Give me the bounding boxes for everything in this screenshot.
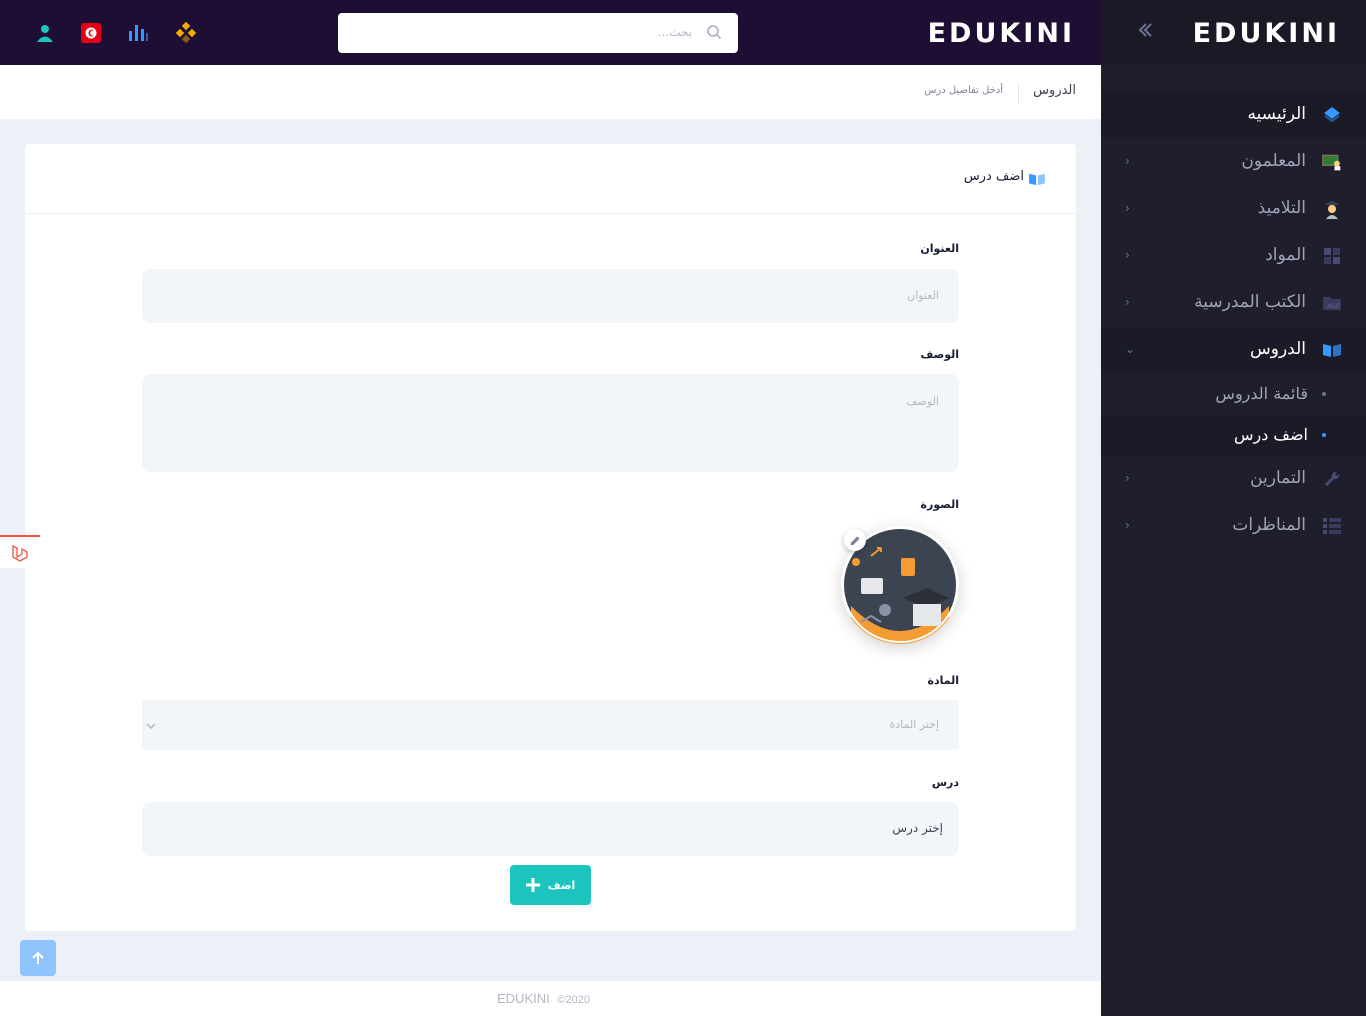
sidebar-item-label: الكتب المدرسية [1194,292,1306,312]
sidebar-item-label: المناظرات [1232,515,1306,535]
bullet-icon [1322,433,1326,437]
chevron-left-icon: ‹ [1125,201,1130,215]
book-icon [1322,340,1342,360]
sidebar-item-label: المعلمون [1241,151,1306,171]
sidebar-item-label: التلاميذ [1257,198,1306,218]
add-button-label: اضف [547,878,576,892]
student-icon [1322,199,1342,219]
sidebar-toggle-icon[interactable] [1135,20,1155,46]
language-flag-icon[interactable] [78,20,104,46]
search-box[interactable]: بحث... [338,13,738,53]
subject-select[interactable]: إختر المادة [142,700,959,750]
lesson-file-value: إختر درس [892,821,943,835]
page-description: أدخل تفاصيل درس [924,85,1003,96]
add-lesson-button[interactable]: اضف [510,865,591,905]
arrow-up-icon [32,951,44,964]
footer-year: ©2020 [557,994,590,1006]
subject-placeholder: إختر المادة [889,718,939,731]
chevron-left-icon: ‹ [1125,154,1130,168]
chevron-left-icon: ‹ [1125,471,1130,485]
title-label: العنوان [920,242,959,255]
image-label: الصورة [920,498,959,511]
subject-label: المادة [927,674,959,687]
search-icon [706,24,722,40]
description-label: الوصف [920,348,959,361]
sidebar-item-subjects[interactable]: المواد ‹ [1101,233,1366,280]
submenu-item-label: قائمة الدروس [1215,384,1308,403]
list-icon [1322,516,1342,536]
sidebar-item-textbooks[interactable]: الكتب المدرسية ‹ [1101,280,1366,327]
sidebar-item-teachers[interactable]: المعلمون ‹ [1101,139,1366,186]
title-placeholder: العنوان [907,289,939,302]
card-title: اضف درس [963,169,1024,184]
subheader: الدروس أدخل تفاصيل درس [0,65,1101,119]
book-icon [1028,171,1046,190]
sidebar-item-competitions[interactable]: المناظرات ‹ [1101,503,1366,550]
pencil-icon [850,535,860,545]
chevron-left-icon: ‹ [1125,248,1130,262]
folder-icon [1322,293,1342,313]
sidebar-item-label: التمارين [1250,468,1306,488]
card-header: اضف درس [25,144,1076,214]
edit-image-button[interactable] [844,529,866,551]
title-input[interactable]: العنوان [142,269,959,323]
footer-brand[interactable]: EDUKINI [497,991,550,1006]
header-logo[interactable]: EDUKINI [928,18,1075,49]
chevron-left-icon: ‹ [1125,518,1130,532]
lesson-label: درس [931,776,959,789]
stats-icon[interactable] [125,20,151,46]
laravel-debug-icon[interactable] [0,535,40,568]
layers-icon [1322,105,1342,125]
sidebar-menu: الرئيسيه المعلمون ‹ التلاميذ ‹ المواد ‹ [1101,92,1366,550]
chevron-left-icon: ‹ [1125,295,1130,309]
description-placeholder: الوصف [906,395,939,408]
submenu-item-lesson-list[interactable]: قائمة الدروس [1101,374,1366,415]
wrench-icon [1322,469,1342,489]
sidebar: EDUKINI الرئيسيه المعلمون ‹ التلاميذ ‹ ا… [1101,0,1366,1016]
footer-text: EDUKINI ©2020 [497,991,590,1006]
description-textarea[interactable]: الوصف [142,374,959,472]
lesson-file-input[interactable]: إختر درس [142,802,959,856]
quick-actions-icon[interactable] [173,20,199,46]
scroll-top-button[interactable] [20,940,56,976]
subheader-divider [1018,82,1019,104]
top-header: EDUKINI بحث... [0,0,1101,65]
add-lesson-card: اضف درس العنوان العنوان الوصف الوصف الصو… [25,144,1076,931]
grid-icon [1322,246,1342,266]
chevron-down-icon: ⌄ [1125,342,1136,356]
chevron-down-icon [146,716,156,735]
sidebar-item-exercises[interactable]: التمارين ‹ [1101,456,1366,503]
sidebar-item-label: الرئيسيه [1247,104,1306,124]
sidebar-item-lessons[interactable]: الدروس ⌄ [1101,327,1366,374]
sidebar-item-students[interactable]: التلاميذ ‹ [1101,186,1366,233]
sidebar-logo[interactable]: EDUKINI [1193,18,1340,49]
bullet-icon [1322,392,1326,396]
sidebar-item-label: المواد [1265,245,1306,265]
submenu-item-label: اضف درس [1233,425,1308,444]
page-title: الدروس [1033,83,1076,98]
plus-icon [525,878,540,892]
search-input[interactable]: بحث... [658,25,692,39]
submenu-item-add-lesson[interactable]: اضف درس [1101,415,1366,456]
teacher-icon [1322,152,1342,172]
footer: EDUKINI ©2020 [0,981,1101,1016]
sidebar-item-label: الدروس [1250,339,1306,359]
user-profile-icon[interactable] [32,20,58,46]
sidebar-brand: EDUKINI [1101,0,1366,65]
sidebar-item-home[interactable]: الرئيسيه [1101,92,1366,139]
